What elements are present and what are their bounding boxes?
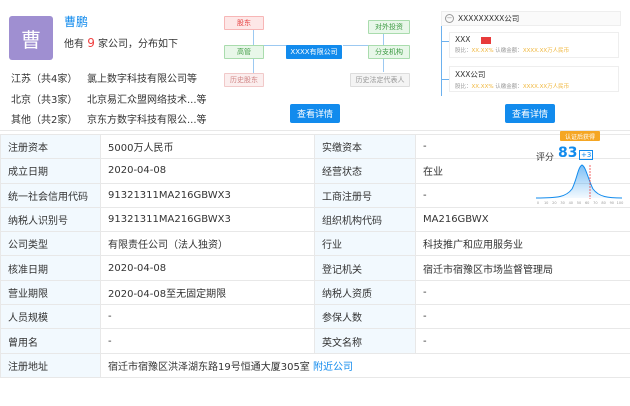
field-label: 工商注册号 [314,182,416,208]
address-value: 宿迁市宿豫区洪泽湖东路19号恒通大厦305室 附近公司 [100,352,630,378]
field-value: 5000万人民币 [100,133,315,160]
center-company-node: XXXX有限公司 [286,45,342,59]
person-name[interactable]: 曹鹏 [64,13,88,30]
relation-card[interactable]: XXX 股比：XX.XX% 认缴金额：XXXX.XX万人民币 [449,32,619,58]
field-label: 经营状态 [314,158,416,184]
collapse-icon[interactable]: − [445,14,454,23]
company-count: 9 [87,36,95,50]
field-value: - [415,304,630,330]
field-label: 英文名称 [314,328,416,354]
field-label: 参保人数 [314,304,416,330]
axis-tick-label: 30 [560,201,564,205]
score-distribution-chart: 0 10 20 30 40 50 60 70 80 90 100 [535,164,624,205]
region-row[interactable]: 其他（共2家） 京东方数字科技有限公...等 [11,111,207,126]
china-flag-icon [480,36,491,44]
branch-node: 分支机构 [368,45,410,59]
external-invest-node: 对外投资 [368,20,410,34]
field-label: 注册资本 [0,133,101,160]
field-value: MA216GBWX [415,206,630,233]
axis-tick-label: 0 [537,201,539,205]
person-summary: 他有 9 家公司，分布如下 [64,36,179,50]
field-label: 实缴资本 [314,133,416,160]
field-value: 91321311MA216GBWX3 [100,182,315,208]
field-label: 成立日期 [0,158,101,184]
field-value: 91321311MA216GBWX3 [100,206,315,233]
executive-node: 高管 [224,45,264,59]
field-value: - [100,328,315,354]
table-row: 营业期限 2020-04-08至无固定期限 纳税人资质 - [0,279,630,306]
overview-panel: 曹 曹鹏 他有 9 家公司，分布如下 江苏（共4家） 氯上数字科技有限公司等 北京… [0,0,630,131]
field-label: 组织机构代码 [314,206,416,233]
avatar[interactable]: 曹 [9,16,53,60]
field-label: 核准日期 [0,255,101,281]
field-value: 2020-04-08 [100,255,315,281]
field-value: 宿迁市宿豫区市场监督管理局 [415,255,630,281]
axis-tick-label: 20 [552,201,556,205]
field-label: 纳税人识别号 [0,206,101,233]
address-label: 注册地址 [0,352,101,378]
field-label: 登记机关 [314,255,416,281]
field-label: 统一社会信用代码 [0,182,101,208]
region-row[interactable]: 北京（共3家） 北京易汇众盟网络技术...等 [11,91,207,106]
shareholder-node: 股东 [224,16,264,30]
axis-tick-label: 40 [569,201,573,205]
relation-card[interactable]: XXX公司 股比：XX.XX% 认缴金额：XXXX.XX万人民币 [449,66,619,92]
axis-tick-label: 60 [585,201,589,205]
axis-tick-label: 80 [601,201,605,205]
relation-root[interactable]: − XXXXXXXXX公司 [441,11,621,26]
table-row: 人员规模 - 参保人数 - [0,304,630,330]
person-panel: 曹 曹鹏 他有 9 家公司，分布如下 江苏（共4家） 氯上数字科技有限公司等 北京… [0,0,210,131]
field-value: - [100,304,315,330]
region-row[interactable]: 江苏（共4家） 氯上数字科技有限公司等 [11,70,197,85]
table-row: 公司类型 有限责任公司（法人独资） 行业 科技推广和应用服务业 [0,231,630,257]
axis-tick-label: 10 [544,201,548,205]
relation-tree: − XXXXXXXXX公司 XXX 股比：XX.XX% 认缴金额：XXXX.XX… [427,0,630,131]
axis-tick-label: 90 [610,201,614,205]
history-shareholder-node: 历史股东 [224,73,264,87]
table-row: 注册地址 宿迁市宿豫区洪泽湖东路19号恒通大厦305室 附近公司 [0,352,630,378]
field-value: 有限责任公司（法人独资） [100,231,315,257]
field-value: - [415,328,630,354]
field-label: 行业 [314,231,416,257]
field-label: 营业期限 [0,279,101,306]
field-label: 纳税人资质 [314,279,416,306]
table-row: 纳税人识别号 91321311MA216GBWX3 组织机构代码 MA216GBWX [0,206,630,233]
tree-line [441,26,442,96]
field-value: - [415,279,630,306]
field-label: 人员规模 [0,304,101,330]
equity-diagram: 股东 对外投资 高管 XXXX有限公司 分支机构 历史股东 历史法定代表人 查看… [218,0,414,131]
table-row: 曾用名 - 英文名称 - [0,328,630,354]
equity-detail-button[interactable]: 查看详情 [290,104,340,123]
axis-tick-label: 70 [593,201,597,205]
field-label: 公司类型 [0,231,101,257]
field-value: 2020-04-08 [100,158,315,184]
history-legal-rep-node: 历史法定代表人 [350,73,410,87]
score-widget[interactable]: 认证后获得 评分 83 +3 0 10 20 30 40 50 60 70 80 90 100 [528,131,628,206]
field-label: 曾用名 [0,328,101,354]
tree-line [441,41,449,42]
nearby-companies-link[interactable]: 附近公司 [313,362,353,373]
axis-tick-label: 100 [617,201,624,205]
field-value: 科技推广和应用服务业 [415,231,630,257]
tree-line [441,79,449,80]
relation-detail-button[interactable]: 查看详情 [505,104,555,123]
field-value: 2020-04-08至无固定期限 [100,279,315,306]
table-row: 核准日期 2020-04-08 登记机关 宿迁市宿豫区市场监督管理局 [0,255,630,281]
axis-tick-label: 50 [577,201,581,205]
